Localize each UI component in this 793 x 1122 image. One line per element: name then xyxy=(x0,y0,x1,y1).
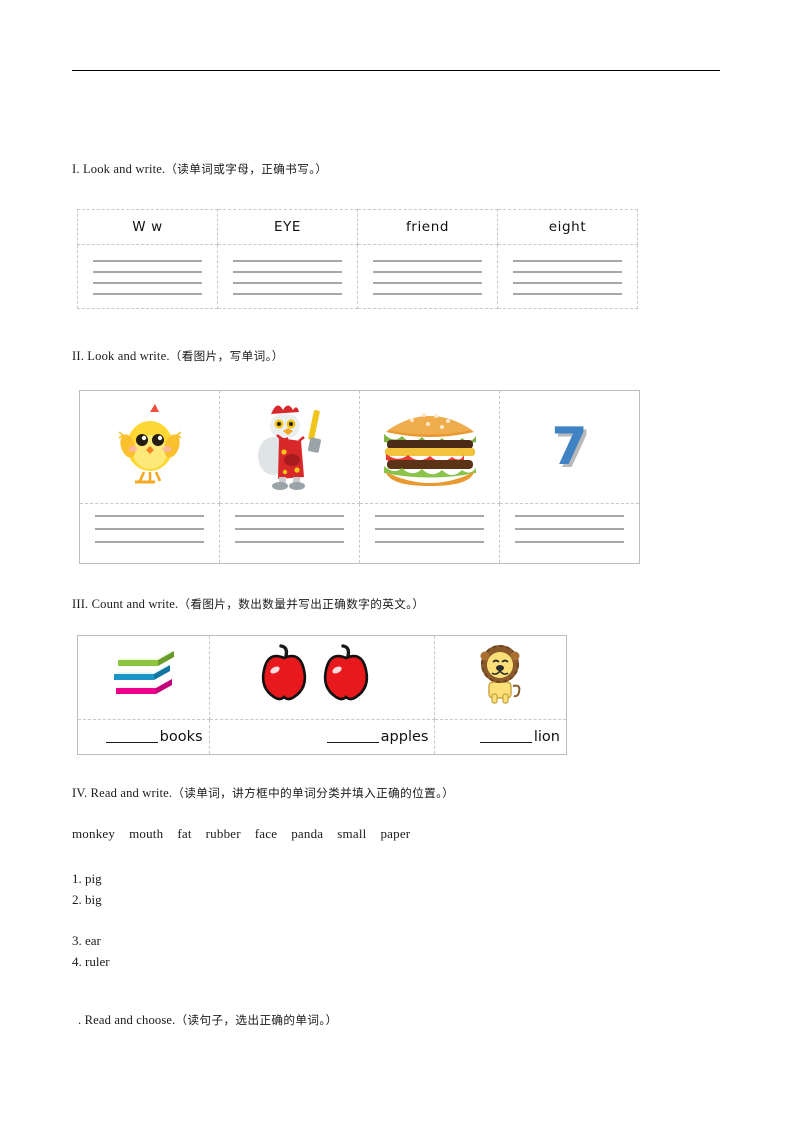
word-bank-item: fat xyxy=(177,826,192,841)
three-line-guide xyxy=(515,511,624,556)
picture-cell-lion xyxy=(434,635,567,720)
four-line-guide xyxy=(93,256,202,297)
list-item: 4. ruler xyxy=(72,954,110,969)
list-item: 1. pig xyxy=(72,871,102,886)
count-noun: books xyxy=(159,729,203,745)
section-heading-3: III. Count and write.（看图片，数出数量并写出正确数字的英文… xyxy=(72,596,424,612)
answer-area-1[interactable] xyxy=(79,503,220,564)
count-label-books[interactable]: books xyxy=(77,719,210,755)
word-bank-item: small xyxy=(337,826,367,841)
four-line-guide xyxy=(513,256,622,297)
answer-area-3[interactable] xyxy=(359,503,500,564)
category-group-b: 3. ear 4. ruler xyxy=(72,930,110,972)
count-blank[interactable] xyxy=(105,742,158,743)
four-line-guide xyxy=(373,256,482,297)
table-row-pictures: 7 xyxy=(79,390,640,504)
prompt-cell-4: eight xyxy=(497,208,638,246)
section-4-chinese: （读单词，讲方框中的单词分类并填入正确的位置。） xyxy=(172,786,455,800)
section-5-label: . Read and choose. xyxy=(78,1013,176,1027)
apples-icon xyxy=(252,644,392,706)
word-bank-item: face xyxy=(254,826,278,841)
picture-cell-chicken-cook xyxy=(219,390,360,504)
section-heading-4: IV. Read and write.（读单词，讲方框中的单词分类并填入正确的位… xyxy=(72,785,454,801)
category-group-a: 1. pig 2. big xyxy=(72,868,102,910)
list-item: 2. big xyxy=(72,892,102,907)
lion-icon xyxy=(465,642,537,708)
section-heading-2: II. Look and write.（看图片，写单词。） xyxy=(72,348,284,364)
picture-cell-number-seven: 7 xyxy=(499,390,640,504)
table-row-writing-lines xyxy=(79,503,640,564)
word-bank-item: panda xyxy=(291,826,324,841)
three-line-guide xyxy=(375,511,484,556)
picture-cell-apples xyxy=(208,635,436,720)
picture-cell-books xyxy=(77,635,210,720)
table-row-writing-lines xyxy=(77,244,638,309)
writing-area-3[interactable] xyxy=(357,244,498,309)
count-noun: apples xyxy=(380,729,429,745)
word-bank: monkey mouth fat rubber face panda small paper xyxy=(72,826,410,842)
section-1-chinese: （读单词或字母，正确书写。） xyxy=(165,162,328,176)
section-1-label: I. Look and write. xyxy=(72,162,166,176)
section-heading-5: . Read and choose.（读句子，选出正确的单词。） xyxy=(78,1012,338,1028)
section-heading-1: I. Look and write.（读单词或字母，正确书写。） xyxy=(72,161,327,177)
picture-cell-chick xyxy=(79,390,220,504)
count-blank[interactable] xyxy=(326,742,379,743)
count-label-lion[interactable]: lion xyxy=(434,719,567,755)
word-bank-item: monkey xyxy=(72,826,116,841)
hamburger-icon xyxy=(378,402,482,488)
table-row-prompts: W w EYE friend eight xyxy=(77,208,638,246)
prompt-cell-1: W w xyxy=(77,208,218,246)
answer-area-4[interactable] xyxy=(499,503,640,564)
picture-word-table: 7 xyxy=(79,390,640,564)
section-2-label: II. Look and write. xyxy=(72,349,170,363)
prompt-cell-3: friend xyxy=(357,208,498,246)
word-bank-item: rubber xyxy=(205,826,241,841)
count-blank[interactable] xyxy=(479,742,532,743)
chicken-cook-icon xyxy=(249,398,331,492)
word-bank-item: paper xyxy=(380,826,411,841)
writing-area-2[interactable] xyxy=(217,244,358,309)
writing-area-4[interactable] xyxy=(497,244,638,309)
list-item: 3. ear xyxy=(72,933,101,948)
section-2-chinese: （看图片，写单词。） xyxy=(169,349,284,363)
section-3-chinese: （看图片，数出数量并写出正确数字的英文。） xyxy=(178,597,425,611)
writing-area-1[interactable] xyxy=(77,244,218,309)
picture-cell-hamburger xyxy=(359,390,500,504)
table-row-labels: books apples lion xyxy=(77,719,567,755)
word-bank-item: mouth xyxy=(129,826,164,841)
books-stack-icon xyxy=(100,644,186,706)
prompt-cell-2: EYE xyxy=(217,208,358,246)
count-label-apples[interactable]: apples xyxy=(208,719,436,755)
worksheet-page: I. Look and write.（读单词或字母，正确书写。） W w EYE… xyxy=(0,0,793,1122)
answer-area-2[interactable] xyxy=(219,503,360,564)
header-divider xyxy=(72,70,720,71)
chick-icon xyxy=(111,402,189,488)
three-line-guide xyxy=(235,511,344,556)
table-row-pictures xyxy=(77,635,567,720)
count-noun: lion xyxy=(533,729,560,745)
section-5-chinese: （读句子，选出正确的单词。） xyxy=(175,1013,338,1027)
number-seven-icon: 7 xyxy=(551,417,588,477)
three-line-guide xyxy=(95,511,204,556)
look-and-write-table: W w EYE friend eight xyxy=(77,208,638,309)
section-4-label: IV. Read and write. xyxy=(72,786,173,800)
four-line-guide xyxy=(233,256,342,297)
count-and-write-table: books apples lion xyxy=(77,635,567,755)
section-3-label: III. Count and write. xyxy=(72,597,179,611)
